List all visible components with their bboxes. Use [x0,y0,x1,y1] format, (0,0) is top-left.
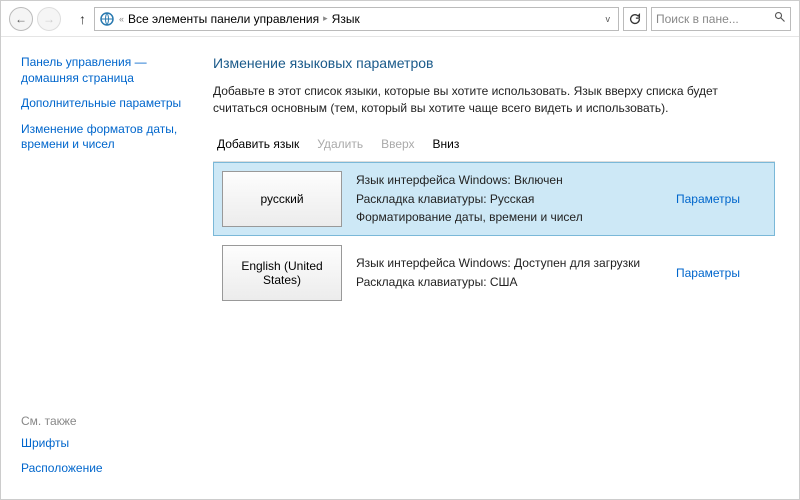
sidebar-link-home[interactable]: Панель управления — домашняя страница [21,55,189,86]
move-down-button[interactable]: Вниз [433,137,460,151]
sidebar-see-also: См. также [21,414,189,428]
language-detail: Раскладка клавиатуры: США [356,274,662,290]
sidebar-link-formats[interactable]: Изменение форматов даты, времени и чисел [21,122,189,153]
language-list: русский Язык интерфейса Windows: Включен… [213,161,775,310]
language-name: English (United States) [227,259,337,287]
language-tile: English (United States) [222,245,342,301]
sidebar: Панель управления — домашняя страница До… [1,37,201,499]
address-bar[interactable]: « Все элементы панели управления ▸ Язык … [94,7,619,31]
remove-button: Удалить [317,137,363,151]
language-options: Параметры [676,171,766,227]
language-detail: Раскладка клавиатуры: Русская [356,191,662,207]
breadcrumb-prefix: « [119,14,124,24]
page-description: Добавьте в этот список языки, которые вы… [213,83,733,117]
main: Изменение языковых параметров Добавьте в… [201,37,799,499]
language-info: Язык интерфейса Windows: Включен Расклад… [356,171,662,227]
language-tile: русский [222,171,342,227]
language-detail: Язык интерфейса Windows: Включен [356,172,662,188]
back-button[interactable]: ← [9,7,33,31]
search-icon [774,11,786,26]
language-detail: Язык интерфейса Windows: Доступен для за… [356,255,662,271]
language-options-link[interactable]: Параметры [676,192,740,206]
language-info: Язык интерфейса Windows: Доступен для за… [356,245,662,301]
refresh-button[interactable] [623,7,647,31]
refresh-icon [628,12,642,26]
language-row[interactable]: русский Язык интерфейса Windows: Включен… [213,162,775,236]
sidebar-link-advanced[interactable]: Дополнительные параметры [21,96,189,112]
address-dropdown[interactable]: v [602,14,615,24]
language-options: Параметры [676,245,766,301]
body: Панель управления — домашняя страница До… [1,37,799,499]
sidebar-link-fonts[interactable]: Шрифты [21,436,189,452]
language-row[interactable]: English (United States) Язык интерфейса … [213,236,775,310]
language-icon [99,11,115,27]
chevron-right-icon: ▸ [323,13,328,24]
language-detail: Форматирование даты, времени и чисел [356,209,662,225]
search-placeholder: Поиск в пане... [656,12,739,26]
navbar: ← → ↑ « Все элементы панели управления ▸… [1,1,799,37]
sidebar-link-location[interactable]: Расположение [21,461,189,477]
toolbar: Добавить язык Удалить Вверх Вниз [213,131,775,161]
search-input[interactable]: Поиск в пане... [651,7,791,31]
language-options-link[interactable]: Параметры [676,266,740,280]
move-up-button: Вверх [381,137,414,151]
breadcrumb-item[interactable]: Язык [332,12,360,26]
add-language-button[interactable]: Добавить язык [217,137,299,151]
page-title: Изменение языковых параметров [213,55,775,71]
breadcrumb-item[interactable]: Все элементы панели управления [128,12,319,26]
up-button[interactable]: ↑ [75,11,90,27]
language-name: русский [260,192,303,206]
forward-button[interactable]: → [37,7,61,31]
window: ← → ↑ « Все элементы панели управления ▸… [0,0,800,500]
